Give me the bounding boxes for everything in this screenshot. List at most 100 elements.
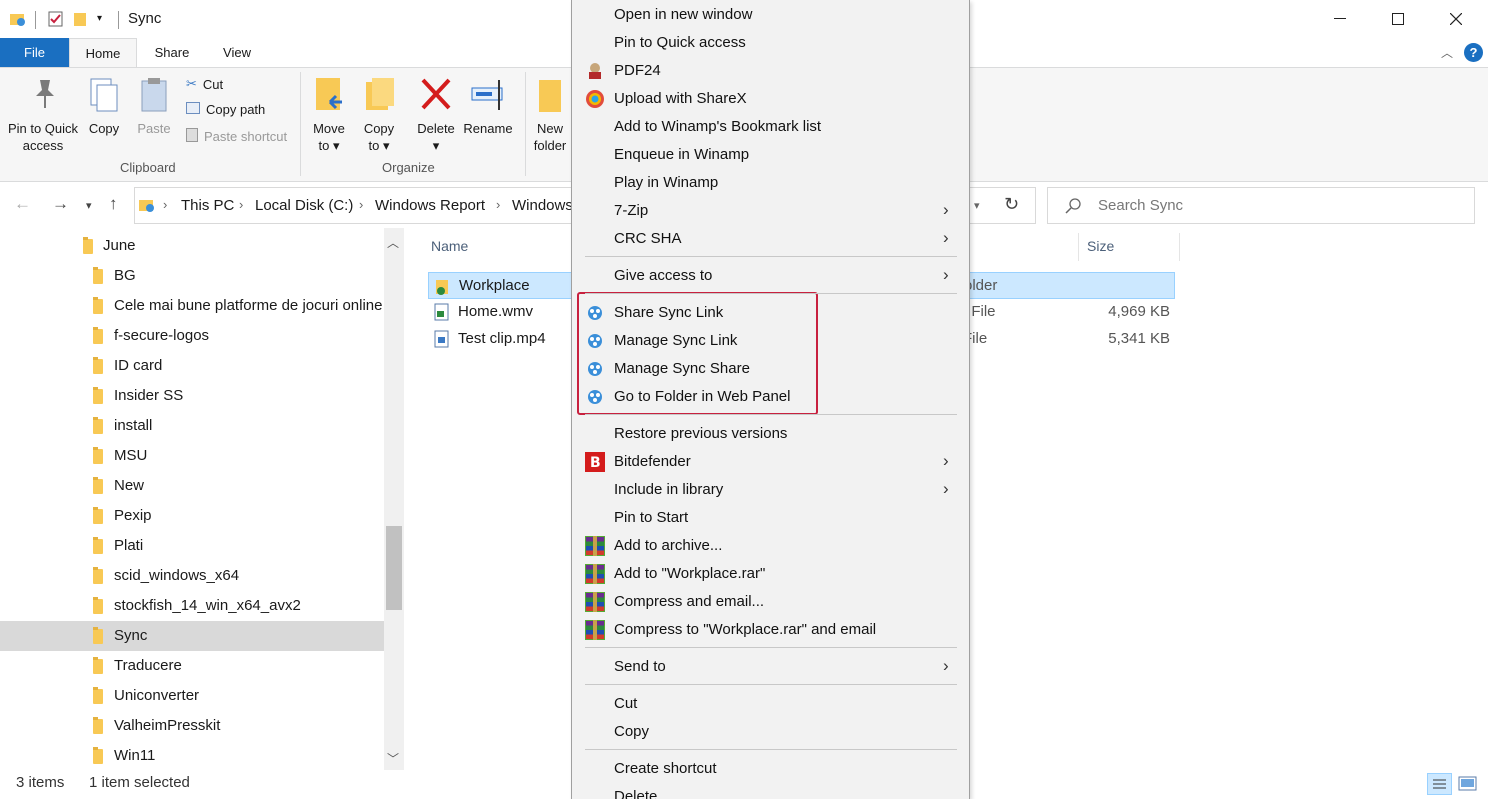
nav-item[interactable]: MSU bbox=[0, 441, 384, 471]
tab-file[interactable]: File bbox=[0, 38, 69, 67]
menu-item-manage-sync-share[interactable]: Manage Sync Share bbox=[572, 355, 969, 383]
menu-item-give-access-to[interactable]: Give access to › bbox=[572, 262, 969, 290]
nav-item[interactable]: install bbox=[0, 411, 384, 441]
menu-item-create-shortcut[interactable]: Create shortcut bbox=[572, 755, 969, 783]
menu-item-pdf24[interactable]: PDF24 bbox=[572, 57, 969, 85]
maximize-button[interactable] bbox=[1369, 0, 1427, 38]
breadcrumb-chevron-icon[interactable]: › bbox=[359, 197, 363, 212]
nav-item-label: Traducere bbox=[114, 657, 182, 674]
address-dropdown-icon[interactable]: ▾ bbox=[974, 199, 980, 212]
forward-arrow-icon[interactable]: → bbox=[52, 194, 69, 214]
menu-item-pin-to-start[interactable]: Pin to Start bbox=[572, 504, 969, 532]
details-view-icon[interactable] bbox=[1427, 773, 1452, 795]
menu-item-restore-previous-versions[interactable]: Restore previous versions bbox=[572, 420, 969, 448]
delete-button[interactable]: Delete ▾ bbox=[413, 76, 459, 154]
menu-separator bbox=[585, 256, 957, 257]
shared-folder-icon bbox=[434, 278, 452, 299]
menu-item-bitdefender[interactable]: B Bitdefender › bbox=[572, 448, 969, 476]
nav-item[interactable]: June bbox=[0, 231, 384, 261]
menu-item-label: Pin to Start bbox=[614, 509, 689, 526]
breadcrumb-local-disk[interactable]: Local Disk (C:) bbox=[255, 197, 353, 214]
nav-item[interactable]: Uniconverter bbox=[0, 681, 384, 711]
nav-scrollbar[interactable]: ︿ ﹀ bbox=[384, 228, 404, 770]
menu-item-share-sync-link[interactable]: Share Sync Link bbox=[572, 299, 969, 327]
recent-locations-chevron-icon[interactable]: ▾ bbox=[86, 199, 92, 212]
scroll-down-icon[interactable]: ﹀ bbox=[387, 750, 399, 767]
large-icons-view-icon[interactable] bbox=[1458, 775, 1478, 796]
paste-shortcut-button[interactable]: Paste shortcut bbox=[186, 128, 287, 145]
new-folder-icon[interactable] bbox=[74, 11, 88, 30]
close-button[interactable] bbox=[1427, 0, 1485, 38]
nav-item[interactable]: New bbox=[0, 471, 384, 501]
back-arrow-icon[interactable]: ← bbox=[14, 194, 31, 214]
scroll-thumb[interactable] bbox=[386, 526, 402, 610]
tab-home[interactable]: Home bbox=[69, 38, 137, 67]
rename-button[interactable]: Rename bbox=[463, 76, 513, 137]
menu-item-open-in-new-window[interactable]: Open in new window bbox=[572, 1, 969, 29]
nav-item[interactable]: ValheimPresskit bbox=[0, 711, 384, 741]
menu-item-compress-and-email[interactable]: Compress and email... bbox=[572, 588, 969, 616]
nav-item-label: scid_windows_x64 bbox=[114, 567, 240, 584]
tab-share[interactable]: Share bbox=[142, 38, 202, 67]
menu-item-add-to-archive[interactable]: Add to archive... bbox=[572, 532, 969, 560]
menu-item-pin-to-quick-access[interactable]: Pin to Quick access bbox=[572, 29, 969, 57]
nav-item[interactable]: Cele mai bune platforme de jocuri online bbox=[0, 291, 384, 321]
cut-button[interactable]: ✂ Cut bbox=[186, 76, 223, 92]
new-folder-button[interactable]: New folder bbox=[530, 76, 570, 154]
menu-item-play-in-winamp[interactable]: Play in Winamp bbox=[572, 169, 969, 197]
help-icon[interactable]: ? bbox=[1464, 43, 1483, 62]
menu-item-crc-sha[interactable]: CRC SHA › bbox=[572, 225, 969, 253]
menu-item-send-to[interactable]: Send to › bbox=[572, 653, 969, 681]
customize-toolbar-icon[interactable]: ▾ bbox=[97, 13, 102, 24]
sharex-icon bbox=[585, 89, 605, 109]
nav-item[interactable]: ID card bbox=[0, 351, 384, 381]
move-to-button[interactable]: Move to ▾ bbox=[308, 76, 350, 154]
tab-view[interactable]: View bbox=[208, 38, 266, 67]
copy-path-button[interactable]: Copy path bbox=[186, 102, 265, 117]
properties-icon[interactable] bbox=[48, 11, 64, 30]
search-input[interactable]: Search Sync bbox=[1047, 187, 1475, 224]
column-header-size[interactable]: Size bbox=[1087, 238, 1114, 254]
menu-item-7-zip[interactable]: 7-Zip › bbox=[572, 197, 969, 225]
menu-item-delete[interactable]: Delete bbox=[572, 783, 969, 799]
copy-button[interactable]: Copy bbox=[84, 76, 124, 137]
breadcrumb-chevron-icon[interactable]: › bbox=[239, 197, 243, 212]
menu-item-cut[interactable]: Cut bbox=[572, 690, 969, 718]
breadcrumb-windows[interactable]: Windows bbox=[512, 197, 573, 214]
nav-item[interactable]: Plati bbox=[0, 531, 384, 561]
breadcrumb-this-pc[interactable]: This PC bbox=[181, 197, 234, 214]
scroll-up-icon[interactable]: ︿ bbox=[387, 234, 399, 251]
menu-item-copy[interactable]: Copy bbox=[572, 718, 969, 746]
menu-item-enqueue-in-winamp[interactable]: Enqueue in Winamp bbox=[572, 141, 969, 169]
column-header-name[interactable]: Name bbox=[431, 238, 468, 254]
submenu-arrow-icon: › bbox=[943, 656, 949, 675]
nav-item[interactable]: Pexip bbox=[0, 501, 384, 531]
breadcrumb-windows-report[interactable]: Windows Report bbox=[375, 197, 485, 214]
menu-item-include-in-library[interactable]: Include in library › bbox=[572, 476, 969, 504]
nav-item[interactable]: Traducere bbox=[0, 651, 384, 681]
menu-item-manage-sync-link[interactable]: Manage Sync Link bbox=[572, 327, 969, 355]
collapse-ribbon-icon[interactable]: ︿ bbox=[1441, 44, 1453, 61]
nav-item[interactable]: f-secure-logos bbox=[0, 321, 384, 351]
menu-item-upload-with-sharex[interactable]: Upload with ShareX bbox=[572, 85, 969, 113]
nav-item[interactable]: stockfish_14_win_x64_avx2 bbox=[0, 591, 384, 621]
paste-button[interactable]: Paste bbox=[134, 76, 174, 137]
nav-item[interactable]: Insider SS bbox=[0, 381, 384, 411]
menu-item-go-to-folder-in-web-panel[interactable]: Go to Folder in Web Panel bbox=[572, 383, 969, 411]
nav-item[interactable]: Win11 bbox=[0, 741, 384, 770]
nav-item[interactable]: scid_windows_x64 bbox=[0, 561, 384, 591]
pin-quick-access-button[interactable]: Pin to Quick access bbox=[5, 76, 81, 154]
address-bar[interactable]: › This PC › Local Disk (C:) › Windows Re… bbox=[134, 187, 575, 224]
refresh-icon[interactable]: ↻ bbox=[1004, 194, 1019, 215]
breadcrumb-chevron-icon[interactable]: › bbox=[163, 197, 167, 212]
submenu-arrow-icon: › bbox=[943, 228, 949, 247]
up-arrow-icon[interactable]: ↑ bbox=[109, 194, 118, 214]
nav-item[interactable]: Sync bbox=[0, 621, 384, 651]
menu-item-add-to-winamp-s-bookmark-list[interactable]: Add to Winamp's Bookmark list bbox=[572, 113, 969, 141]
menu-item-add-to-workplace-rar[interactable]: Add to "Workplace.rar" bbox=[572, 560, 969, 588]
menu-item-compress-to-workplace-rar-and-email[interactable]: Compress to "Workplace.rar" and email bbox=[572, 616, 969, 644]
nav-item[interactable]: BG bbox=[0, 261, 384, 291]
breadcrumb-chevron-icon[interactable]: › bbox=[496, 197, 500, 212]
copy-to-button[interactable]: Copy to ▾ bbox=[358, 76, 400, 154]
minimize-button[interactable] bbox=[1311, 0, 1369, 38]
